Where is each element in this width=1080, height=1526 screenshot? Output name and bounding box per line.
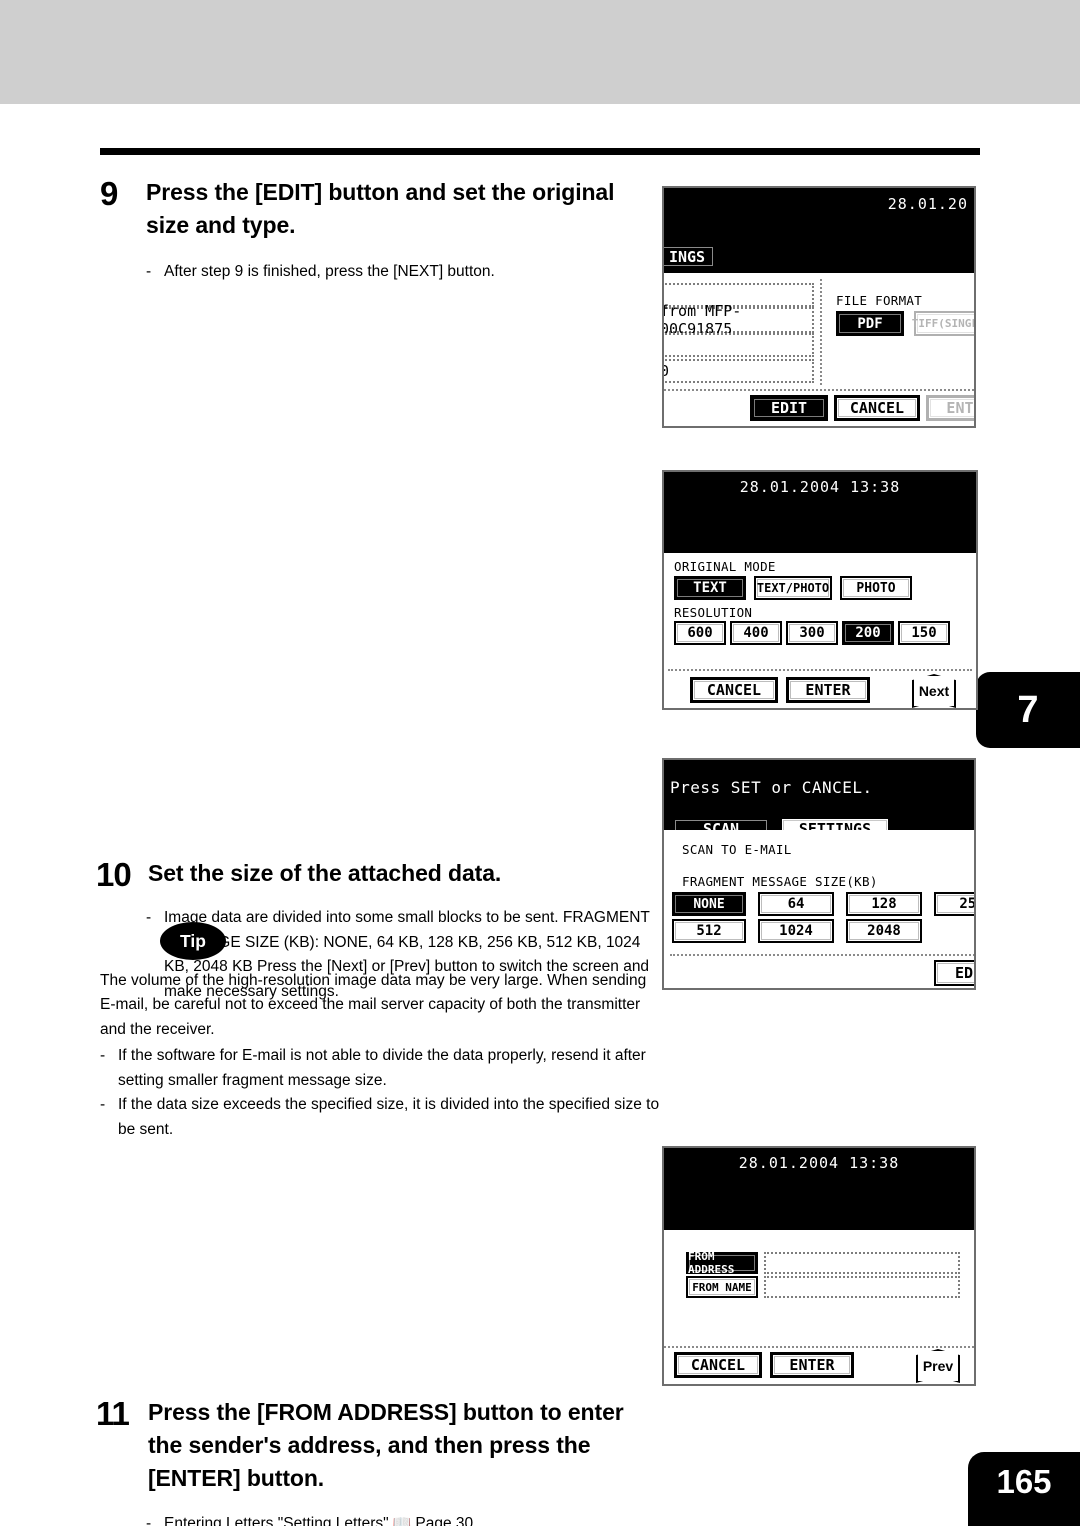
step-11-number: 11 bbox=[96, 1395, 130, 1433]
label-resolution: RESOLUTION bbox=[674, 605, 753, 620]
step-11-bullets: - Entering Letters "Setting Letters" 📖 Pag… bbox=[146, 1512, 660, 1526]
step-10-title: Set the size of the attached data. bbox=[148, 859, 502, 886]
size-button-2048[interactable]: 2048 bbox=[846, 919, 922, 943]
resolution-button-600[interactable]: 600 bbox=[674, 621, 726, 645]
bullet-text: If the data size exceeds the specified s… bbox=[118, 1096, 660, 1138]
resolution-button-400[interactable]: 400 bbox=[730, 621, 782, 645]
manual-page: 7 165 9 Press the [EDIT] button and set … bbox=[0, 0, 1080, 1526]
book-icon: 📖 bbox=[392, 1514, 412, 1526]
field-fragment[interactable]: 0 bbox=[664, 359, 814, 383]
label-file-format: FILE FORMAT bbox=[836, 293, 923, 308]
field-body[interactable]: from MFP-00C91875 bbox=[664, 302, 814, 338]
screen2-footer-divider bbox=[668, 669, 972, 671]
size-button-64[interactable]: 64 bbox=[758, 892, 834, 916]
size-button-512[interactable]: 512 bbox=[672, 919, 746, 943]
cancel-button[interactable]: CANCEL bbox=[674, 1352, 762, 1378]
screen1-footer-divider bbox=[664, 389, 974, 391]
page-reference: Page 30 bbox=[415, 1514, 474, 1526]
enter-button[interactable]: ENTER bbox=[770, 1352, 854, 1378]
from-address-button[interactable]: FROM ADDRESS bbox=[686, 1250, 758, 1276]
format-button-tiff-single[interactable]: TIFF(SINGLE) bbox=[912, 311, 974, 336]
resolution-button-200[interactable]: 200 bbox=[842, 621, 894, 645]
chapter-tab: 7 bbox=[976, 672, 1080, 748]
bullet-item: - Entering Letters "Setting Letters" 📖 Pag… bbox=[146, 1512, 660, 1526]
screen-file-format: 28.01.20 INGS from MFP-00C91875 0 FILE F… bbox=[662, 186, 976, 428]
screen1-body: from MFP-00C91875 0 FILE FORMAT PDF TIFF… bbox=[664, 273, 974, 426]
label-original-mode: ORIGINAL MODE bbox=[674, 559, 776, 574]
label-scan-to-email: SCAN TO E-MAIL bbox=[682, 842, 792, 857]
tip-badge: Tip bbox=[160, 922, 226, 960]
tip-body: The volume of the high-resolution image … bbox=[100, 969, 660, 1142]
screen-original-mode: 28.01.2004 13:38 ORIGINAL MODE TEXT TEXT… bbox=[662, 470, 978, 710]
screen2-status-area: 28.01.2004 13:38 bbox=[664, 472, 976, 553]
screen2-body: ORIGINAL MODE TEXT TEXT/PHOTO PHOTO RESO… bbox=[664, 553, 976, 708]
screen-from-address: 28.01.2004 13:38 FROM ADDRESS FROM NAME … bbox=[662, 1146, 976, 1386]
bullet-dash: - bbox=[146, 263, 152, 281]
from-name-button[interactable]: FROM NAME bbox=[686, 1276, 758, 1298]
screen4-status-area: 28.01.2004 13:38 bbox=[664, 1148, 974, 1230]
resolution-button-150[interactable]: 150 bbox=[898, 621, 950, 645]
bullet-item: - If the software for E-mail is not able… bbox=[100, 1044, 660, 1093]
step-11-heading: 11 Press the [FROM ADDRESS] button to en… bbox=[96, 1396, 660, 1495]
from-name-field[interactable] bbox=[764, 1276, 960, 1298]
screen4-clock: 28.01.2004 13:38 bbox=[738, 1154, 900, 1172]
mode-button-text-photo[interactable]: TEXT/PHOTO bbox=[754, 576, 832, 600]
step-10-heading: 10 Set the size of the attached data. bbox=[96, 857, 660, 893]
enter-button[interactable]: ENTER bbox=[786, 677, 870, 703]
screen1-status-area: 28.01.20 INGS bbox=[664, 188, 974, 273]
bullet-item: - After step 9 is finished, press the [N… bbox=[146, 260, 660, 284]
edit-button[interactable]: EDIT bbox=[934, 960, 974, 986]
cancel-button[interactable]: CANCEL bbox=[834, 395, 920, 421]
step-9-heading: 9 Press the [EDIT] button and set the or… bbox=[100, 176, 660, 242]
bullet-text: After step 9 is finished, press the [NEX… bbox=[164, 263, 495, 281]
page-number: 165 bbox=[968, 1452, 1080, 1526]
enter-button[interactable]: ENTER bbox=[926, 395, 974, 421]
edit-button[interactable]: EDIT bbox=[750, 395, 828, 421]
bullet-text: If the software for E-mail is not able t… bbox=[118, 1047, 646, 1089]
screen3-footer-divider bbox=[670, 954, 974, 956]
step-11: 11 Press the [FROM ADDRESS] button to en… bbox=[96, 1396, 660, 1526]
label-fragment-message-size: FRAGMENT MESSAGE SIZE(KB) bbox=[682, 874, 878, 889]
tip-paragraph: The volume of the high-resolution image … bbox=[100, 972, 647, 1038]
tab-settings-clipped[interactable]: INGS bbox=[664, 244, 716, 269]
cancel-button[interactable]: CANCEL bbox=[690, 677, 778, 703]
screen2-clock: 28.01.2004 13:38 bbox=[739, 478, 901, 496]
header-rule bbox=[100, 148, 980, 155]
prev-button[interactable]: Prev bbox=[916, 1349, 960, 1383]
screen1-divider bbox=[820, 279, 822, 385]
screen3-prompt: Press SET or CANCEL. bbox=[670, 778, 873, 797]
step-9: 9 Press the [EDIT] button and set the or… bbox=[100, 176, 660, 285]
bullet-dash: - bbox=[100, 1096, 106, 1114]
step-9-number: 9 bbox=[100, 175, 118, 212]
tip-bullets: - If the software for E-mail is not able… bbox=[100, 1044, 660, 1142]
page-header-band bbox=[0, 0, 1080, 104]
size-button-none[interactable]: NONE bbox=[672, 892, 746, 916]
size-button-256[interactable]: 256 bbox=[934, 892, 974, 916]
bullet-item: - If the data size exceeds the specified… bbox=[100, 1093, 660, 1142]
bullet-text: Entering Letters "Setting Letters" bbox=[164, 1514, 389, 1526]
field-filename[interactable] bbox=[664, 333, 814, 357]
screen3-status-area: Press SET or CANCEL. SCAN SETTINGS bbox=[664, 760, 974, 841]
size-button-128[interactable]: 128 bbox=[846, 892, 922, 916]
mode-button-text[interactable]: TEXT bbox=[674, 576, 746, 600]
step-9-bullets: - After step 9 is finished, press the [N… bbox=[146, 260, 660, 284]
screen3-body: SCAN TO E-MAIL FRAGMENT MESSAGE SIZE(KB)… bbox=[664, 830, 974, 988]
screen-fragment-size: Press SET or CANCEL. SCAN SETTINGS SCAN … bbox=[662, 758, 976, 990]
screen1-clock: 28.01.20 bbox=[887, 195, 968, 213]
next-button[interactable]: Next bbox=[912, 674, 956, 708]
step-9-title: Press the [EDIT] button and set the orig… bbox=[146, 179, 615, 239]
mode-button-photo[interactable]: PHOTO bbox=[840, 576, 912, 600]
resolution-button-300[interactable]: 300 bbox=[786, 621, 838, 645]
size-button-1024[interactable]: 1024 bbox=[758, 919, 834, 943]
step-11-title: Press the [FROM ADDRESS] button to enter… bbox=[148, 1399, 624, 1492]
step-10-number: 10 bbox=[96, 855, 132, 893]
bullet-dash: - bbox=[146, 1514, 152, 1526]
screen4-body: FROM ADDRESS FROM NAME CANCEL ENTER Prev bbox=[664, 1230, 974, 1384]
format-button-pdf[interactable]: PDF bbox=[836, 311, 904, 336]
screen4-footer-divider bbox=[664, 1346, 974, 1348]
from-address-field[interactable] bbox=[764, 1252, 960, 1274]
bullet-dash: - bbox=[100, 1047, 106, 1065]
tip-block: Tip The volume of the high-resolution im… bbox=[100, 922, 660, 1142]
